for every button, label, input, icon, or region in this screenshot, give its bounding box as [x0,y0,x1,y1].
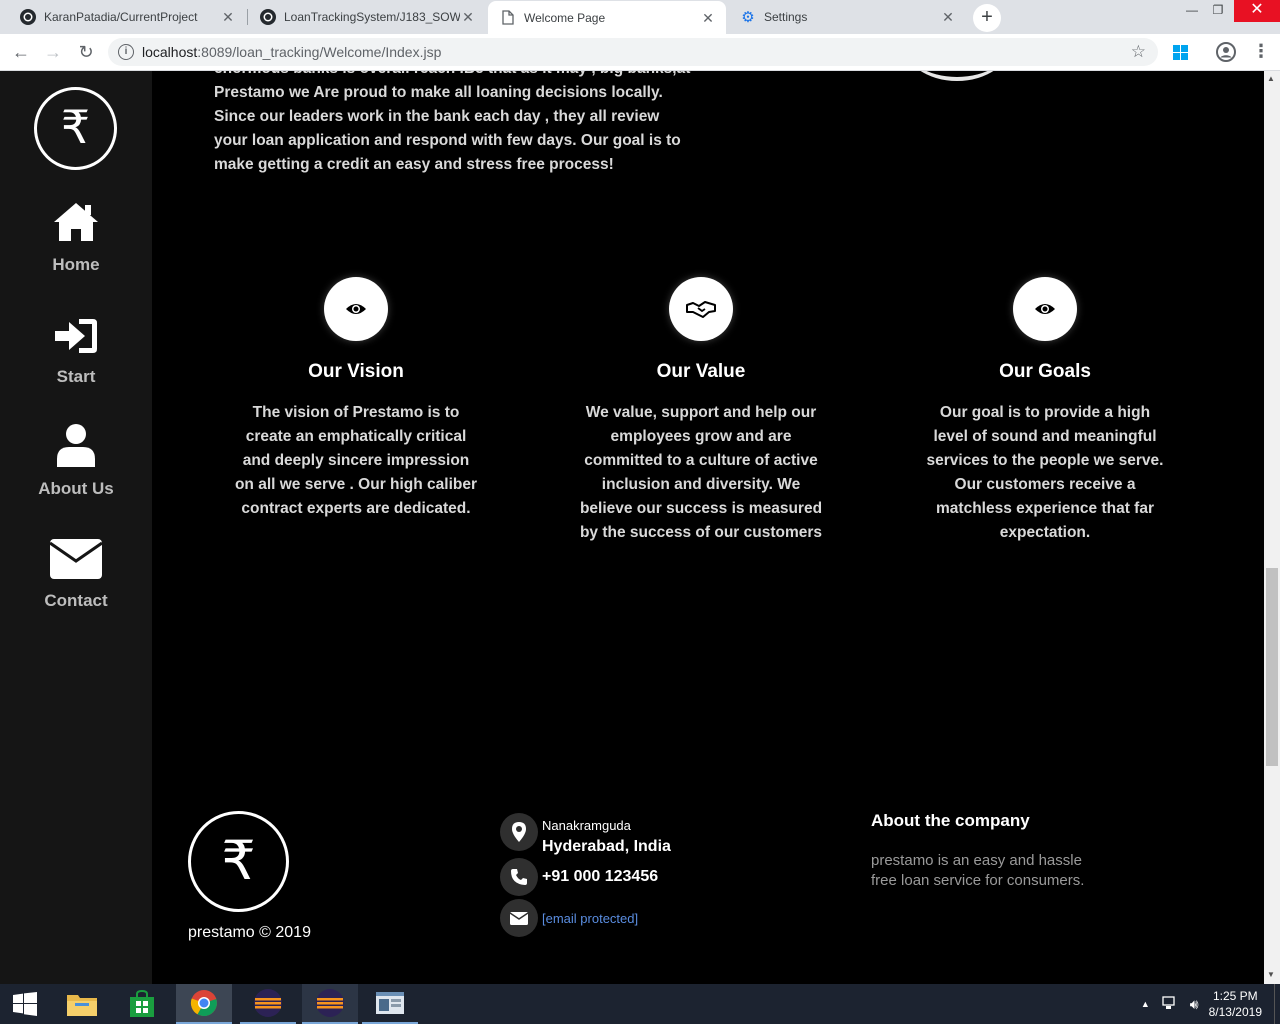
store-icon[interactable] [114,984,170,1024]
hero-image-edge [902,71,1012,81]
info-icon[interactable]: i [118,44,134,60]
contact-email: [email protected] [500,899,638,937]
restore-button[interactable]: ❐ [1202,0,1234,22]
sidebar-item-label: Home [52,255,100,274]
sidebar-item-label: Start [56,367,96,386]
bookmark-star-icon[interactable]: ☆ [1131,42,1146,62]
scroll-up-arrow[interactable]: ▲ [1267,74,1275,83]
browser-toolbar: ← → ↻ i localhost:8089/loan_tracking/Wel… [0,34,1280,71]
browser-tab-bar: KaranPatadia/CurrentProject ✕ LoanTracki… [0,0,1280,34]
page-icon [500,10,516,26]
tab-title: Settings [764,10,808,24]
about-company-heading: About the company [871,811,1030,830]
intro-paragraph: enormous banks is overall reach .Be that… [214,71,690,173]
feature-title: Our Value [656,361,746,382]
eclipse-icon[interactable] [240,984,296,1024]
feature-text: The vision of Prestamo is to create an e… [234,404,478,517]
window-close-button[interactable]: ✕ [1234,0,1280,22]
address-line-1: Nanakramguda [542,818,631,833]
url-host: localhost [142,44,198,60]
close-icon[interactable]: ✕ [940,9,956,25]
feature-goals: Our Goals Our goal is to provide a high … [905,277,1185,545]
contact-phone: +91 000 123456 [500,858,658,896]
eye-icon [1013,277,1077,341]
handshake-icon [669,277,733,341]
new-tab-button[interactable]: + [973,4,1001,32]
sidebar-item-contact[interactable]: Contact [0,535,152,611]
feature-text: Our goal is to provide a high level of s… [926,404,1164,541]
app-window-icon[interactable] [362,984,418,1024]
feature-text: We value, support and help our employees… [579,404,823,541]
close-icon[interactable]: ✕ [460,9,476,25]
sidebar-item-home[interactable]: Home [0,199,152,275]
system-tray: ▲ 🔊︎ 1:25 PM 8/13/2019 [1141,984,1280,1024]
show-desktop-button[interactable] [1274,984,1280,1024]
scroll-down-arrow[interactable]: ▼ [1267,970,1275,979]
address-bar[interactable]: i localhost:8089/loan_tracking/Welcome/I… [108,38,1158,66]
clock-time: 1:25 PM [1212,989,1258,1003]
feature-title: Our Goals [999,361,1091,382]
map-marker-icon [500,813,538,851]
sidebar-nav: ₹ Home Start About Us Contact [0,71,152,984]
feature-title: Our Vision [308,361,404,382]
scrollbar-thumb[interactable] [1266,568,1278,766]
windows-extension-icon[interactable] [1173,45,1188,65]
tab-title: Welcome Page [524,10,606,25]
contact-address: Nanakramguda Hyderabad, India [500,813,671,856]
phone-icon [500,858,538,896]
tab-settings[interactable]: ⚙ Settings ✕ [728,1,966,33]
chrome-taskbar-icon[interactable] [176,984,232,1024]
page-content: enormous banks is overall reach .Be that… [0,71,1264,984]
gear-icon: ⚙ [741,9,755,26]
reload-button[interactable]: ↻ [74,40,98,64]
file-explorer-icon[interactable] [54,984,110,1024]
github-icon [20,9,36,25]
envelope-icon [500,899,538,937]
feature-value: Our Value We value, support and help our… [561,277,841,545]
url-path: :8089/loan_tracking/Welcome/Index.jsp [197,44,442,60]
sidebar-item-label: Contact [44,591,108,610]
eclipse-icon[interactable] [302,984,358,1024]
close-icon[interactable]: ✕ [220,9,236,25]
email-link[interactable]: [email protected] [542,911,638,926]
clock[interactable]: 1:25 PM 8/13/2019 [1209,988,1262,1020]
eye-icon [324,277,388,341]
address-line-2: Hyderabad, India [542,838,671,855]
tab-title: LoanTrackingSystem/J183_SOW [284,10,460,24]
page-scrollbar[interactable]: ▲ ▼ [1264,71,1280,984]
volume-icon[interactable]: 🔊︎ [1190,996,1199,1013]
sign-in-icon [0,311,152,355]
sidebar-item-start[interactable]: Start [0,311,152,387]
about-company-text: prestamo is an easy and hassle free loan… [871,852,1085,889]
github-icon [260,9,276,25]
close-icon[interactable]: ✕ [700,10,716,26]
start-button[interactable] [0,984,50,1024]
tab-welcome-page[interactable]: Welcome Page ✕ [488,1,726,34]
envelope-icon [0,535,152,579]
back-button[interactable]: ← [9,40,33,64]
tab-github-current-project[interactable]: KaranPatadia/CurrentProject ✕ [8,1,246,33]
home-icon [0,199,152,243]
sidebar-item-about-us[interactable]: About Us [0,423,152,499]
forward-button[interactable]: → [41,40,65,64]
feature-vision: Our Vision The vision of Prestamo is to … [216,277,496,521]
copyright-text: prestamo © 2019 [188,924,311,941]
windows-taskbar: ▲ 🔊︎ 1:25 PM 8/13/2019 [0,984,1280,1024]
rupee-logo[interactable]: ₹ [34,87,117,170]
footer-rupee-logo: ₹ [188,811,289,912]
tab-github-loan-tracking[interactable]: LoanTrackingSystem/J183_SOW ✕ [248,1,486,33]
menu-icon[interactable]: ⋮ [1252,41,1270,62]
sidebar-item-label: About Us [38,479,114,498]
windows-logo-icon [13,992,37,1016]
phone-number: +91 000 123456 [542,868,659,885]
tab-title: KaranPatadia/CurrentProject [44,10,198,24]
chevron-up-icon[interactable]: ▲ [1141,999,1150,1009]
clock-date: 8/13/2019 [1208,1005,1262,1019]
profile-icon[interactable] [1216,42,1236,67]
network-icon[interactable] [1162,995,1178,1013]
user-icon [0,423,152,467]
